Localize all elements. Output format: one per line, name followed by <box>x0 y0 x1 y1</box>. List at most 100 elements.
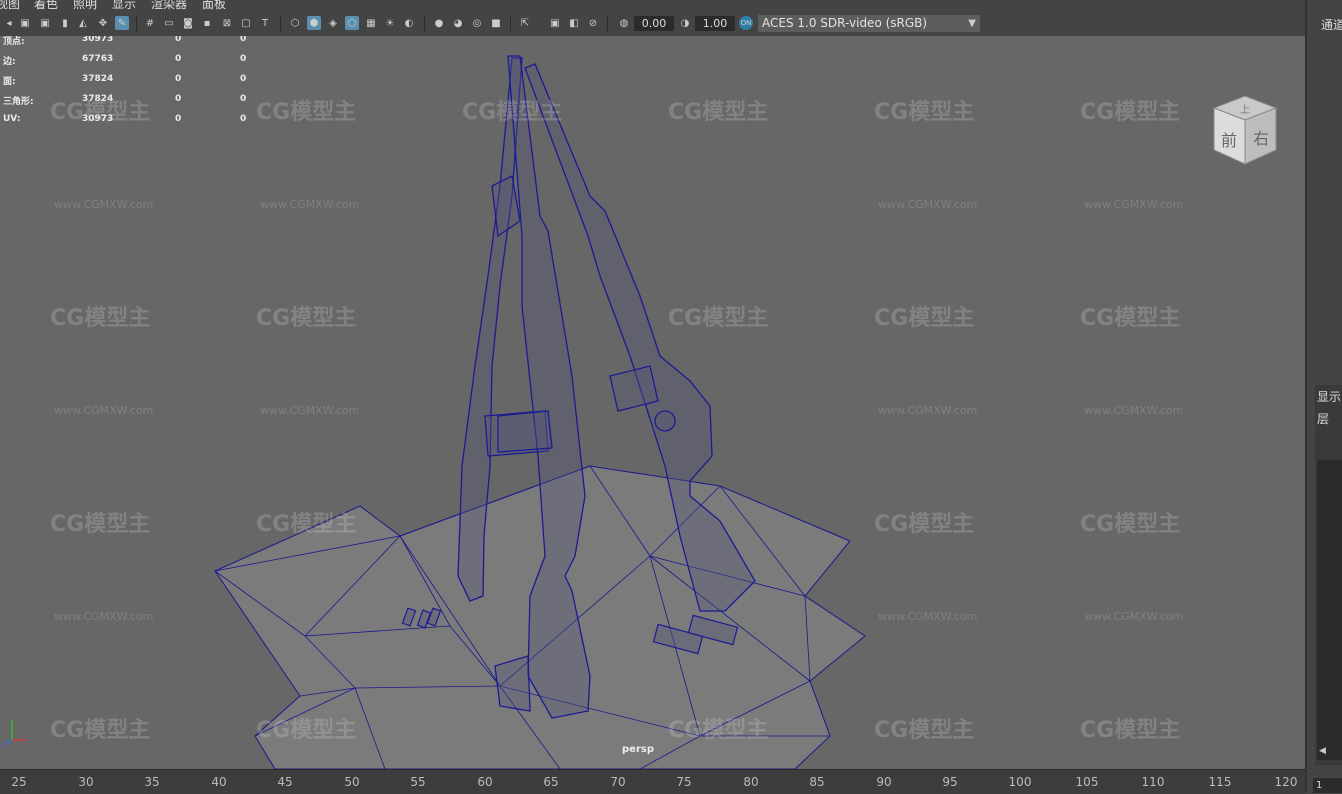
channel-box-tab[interactable]: 通道 <box>1321 16 1342 33</box>
viewcube-front-label: 前 <box>1221 131 1237 150</box>
watermark-logo: CG模型主 <box>256 306 357 331</box>
camera-name-label: persp <box>622 744 654 755</box>
watermark-logo: CG模型主 <box>874 100 975 125</box>
select-camera-icon[interactable]: ◂ <box>2 16 16 30</box>
wireframe-on-shaded-icon[interactable]: ⬡ <box>345 16 359 30</box>
time-tick: 70 <box>610 775 626 789</box>
watermark-logo: CG模型主 <box>50 306 151 331</box>
safe-title-icon[interactable]: T <box>258 16 272 30</box>
menu-renderer[interactable]: 渲染器 <box>151 0 187 10</box>
motion-blur-icon[interactable]: ◕ <box>451 16 465 30</box>
wireframe-icon[interactable]: ⬡ <box>288 16 302 30</box>
depth-of-field-icon[interactable]: ■ <box>489 16 503 30</box>
menu-panels[interactable]: 面板 <box>202 0 226 10</box>
current-frame-field[interactable]: 1 <box>1313 778 1342 793</box>
gate-mask-icon[interactable]: ▪ <box>200 16 214 30</box>
bookmark-icon[interactable]: ▮ <box>58 16 72 30</box>
watermark-logo: CG模型主 <box>462 100 563 125</box>
time-tick: 25 <box>11 775 27 789</box>
time-tick: 80 <box>743 775 759 789</box>
hud-value: 30973 <box>82 36 114 44</box>
time-tick: 95 <box>942 775 958 789</box>
hud-label: 边: <box>3 57 16 67</box>
watermark-url: www.CGMXW.com <box>54 610 154 623</box>
textured-icon[interactable]: ▦ <box>364 16 378 30</box>
hud-selected: 0 <box>175 36 182 44</box>
resolution-gate-icon[interactable]: ◙ <box>181 16 195 30</box>
watermark-url: www.CGMXW.com <box>1084 610 1184 623</box>
time-tick: 45 <box>277 775 293 789</box>
hud-label: 面: <box>3 77 16 87</box>
menu-view[interactable]: 视图 <box>0 0 20 10</box>
watermark-logo: CG模型主 <box>1080 306 1181 331</box>
hud-selected: 0 <box>175 74 182 84</box>
gamma-icon[interactable]: ◑ <box>678 16 692 30</box>
layer-list[interactable] <box>1317 460 1342 760</box>
time-tick: 115 <box>1208 775 1232 789</box>
lights-icon[interactable]: ☀ <box>383 16 397 30</box>
channel-box-panel: 通道 显示 层 ◀ 1 <box>1305 0 1342 793</box>
watermark-logo: CG模型主 <box>1080 512 1181 537</box>
scroll-left-icon[interactable]: ◀ <box>1319 746 1326 756</box>
hud-row-faces: 面: 37824 0 0 <box>0 74 260 88</box>
film-gate-icon[interactable]: ▭ <box>162 16 176 30</box>
time-tick: 55 <box>410 775 426 789</box>
viewport-toolbar: ◂ ▣ ▣ ▮ ◭ ✥ ✎ # ▭ ◙ ▪ ⊠ ▢ T ⬡ ⬢ ◈ ⬡ ▦ ☀ … <box>0 10 1305 36</box>
grease-pencil-icon[interactable]: ✎ <box>115 16 129 30</box>
watermark-url: www.CGMXW.com <box>260 198 360 211</box>
viewcube[interactable]: 上 前 右 <box>1210 94 1280 166</box>
watermark-logo: CG模型主 <box>1080 100 1181 125</box>
screen-space-ao-icon[interactable]: ● <box>432 16 446 30</box>
hud-component: 0 <box>240 94 247 104</box>
hud-label: UV: <box>3 114 21 124</box>
time-tick: 105 <box>1075 775 1099 789</box>
hud-row-triangles: 三角形: 37824 0 0 <box>0 94 260 108</box>
time-tick: 85 <box>809 775 825 789</box>
menu-show[interactable]: 显示 <box>112 0 136 10</box>
color-management-value: ACES 1.0 SDR-video (sRGB) <box>762 16 928 30</box>
xray-icon[interactable]: ▣ <box>548 16 562 30</box>
watermark-logo: CG模型主 <box>874 306 975 331</box>
menu-lighting[interactable]: 照明 <box>73 0 97 10</box>
hud-value: 67763 <box>82 54 114 64</box>
layers-menu[interactable]: 层 <box>1317 410 1329 427</box>
2d-pan-zoom-icon[interactable]: ✥ <box>96 16 110 30</box>
isolate-select-icon[interactable]: ⇱ <box>518 16 532 30</box>
field-chart-icon[interactable]: ⊠ <box>220 16 234 30</box>
hud-row-uvs: UV: 30973 0 0 <box>0 114 260 128</box>
chevron-down-icon: ▼ <box>968 18 976 29</box>
shadows-icon[interactable]: ◐ <box>402 16 416 30</box>
time-tick: 65 <box>543 775 559 789</box>
display-layer-tab[interactable]: 显示 <box>1317 388 1341 405</box>
bookmark-camera-icon[interactable]: ▣ <box>38 16 52 30</box>
hud-value: 37824 <box>82 74 114 84</box>
camera-attributes-icon[interactable]: ▣ <box>18 16 32 30</box>
time-tick: 60 <box>477 775 493 789</box>
menu-shading[interactable]: 着色 <box>34 0 58 10</box>
safe-action-icon[interactable]: ▢ <box>239 16 253 30</box>
hud-component: 0 <box>240 114 247 124</box>
time-slider[interactable]: 25 30 35 40 45 50 55 60 65 70 75 80 85 9… <box>0 769 1305 794</box>
xray-active-icon[interactable]: ⊘ <box>586 16 600 30</box>
watermark-logo: CG模型主 <box>50 718 151 743</box>
watermark-logo: CG模型主 <box>256 100 357 125</box>
anti-aliasing-icon[interactable]: ◎ <box>470 16 484 30</box>
time-tick: 110 <box>1141 775 1165 789</box>
color-management-dropdown[interactable]: ACES 1.0 SDR-video (sRGB) ▼ <box>758 15 980 32</box>
xray-joints-icon[interactable]: ◧ <box>567 16 581 30</box>
time-tick: 75 <box>676 775 692 789</box>
grid-icon[interactable]: # <box>143 16 157 30</box>
gamma-field[interactable]: 1.00 <box>695 16 735 31</box>
exposure-icon[interactable]: ◍ <box>617 16 631 30</box>
hud-component: 0 <box>240 54 247 64</box>
smooth-shade-icon[interactable]: ⬢ <box>307 16 321 30</box>
view-transform-toggle-icon[interactable]: ON <box>739 16 753 30</box>
viewcube-top-label: 上 <box>1240 104 1250 116</box>
time-tick: 50 <box>344 775 360 789</box>
default-material-icon[interactable]: ◈ <box>326 16 340 30</box>
watermark-url: www.CGMXW.com <box>878 198 978 211</box>
image-plane-icon[interactable]: ◭ <box>76 16 90 30</box>
exposure-field[interactable]: 0.00 <box>634 16 674 31</box>
time-tick: 30 <box>78 775 94 789</box>
perspective-viewport[interactable]: CG模型主 CG模型主 CG模型主 CG模型主 CG模型主 CG模型主 CG模型… <box>0 36 1305 769</box>
